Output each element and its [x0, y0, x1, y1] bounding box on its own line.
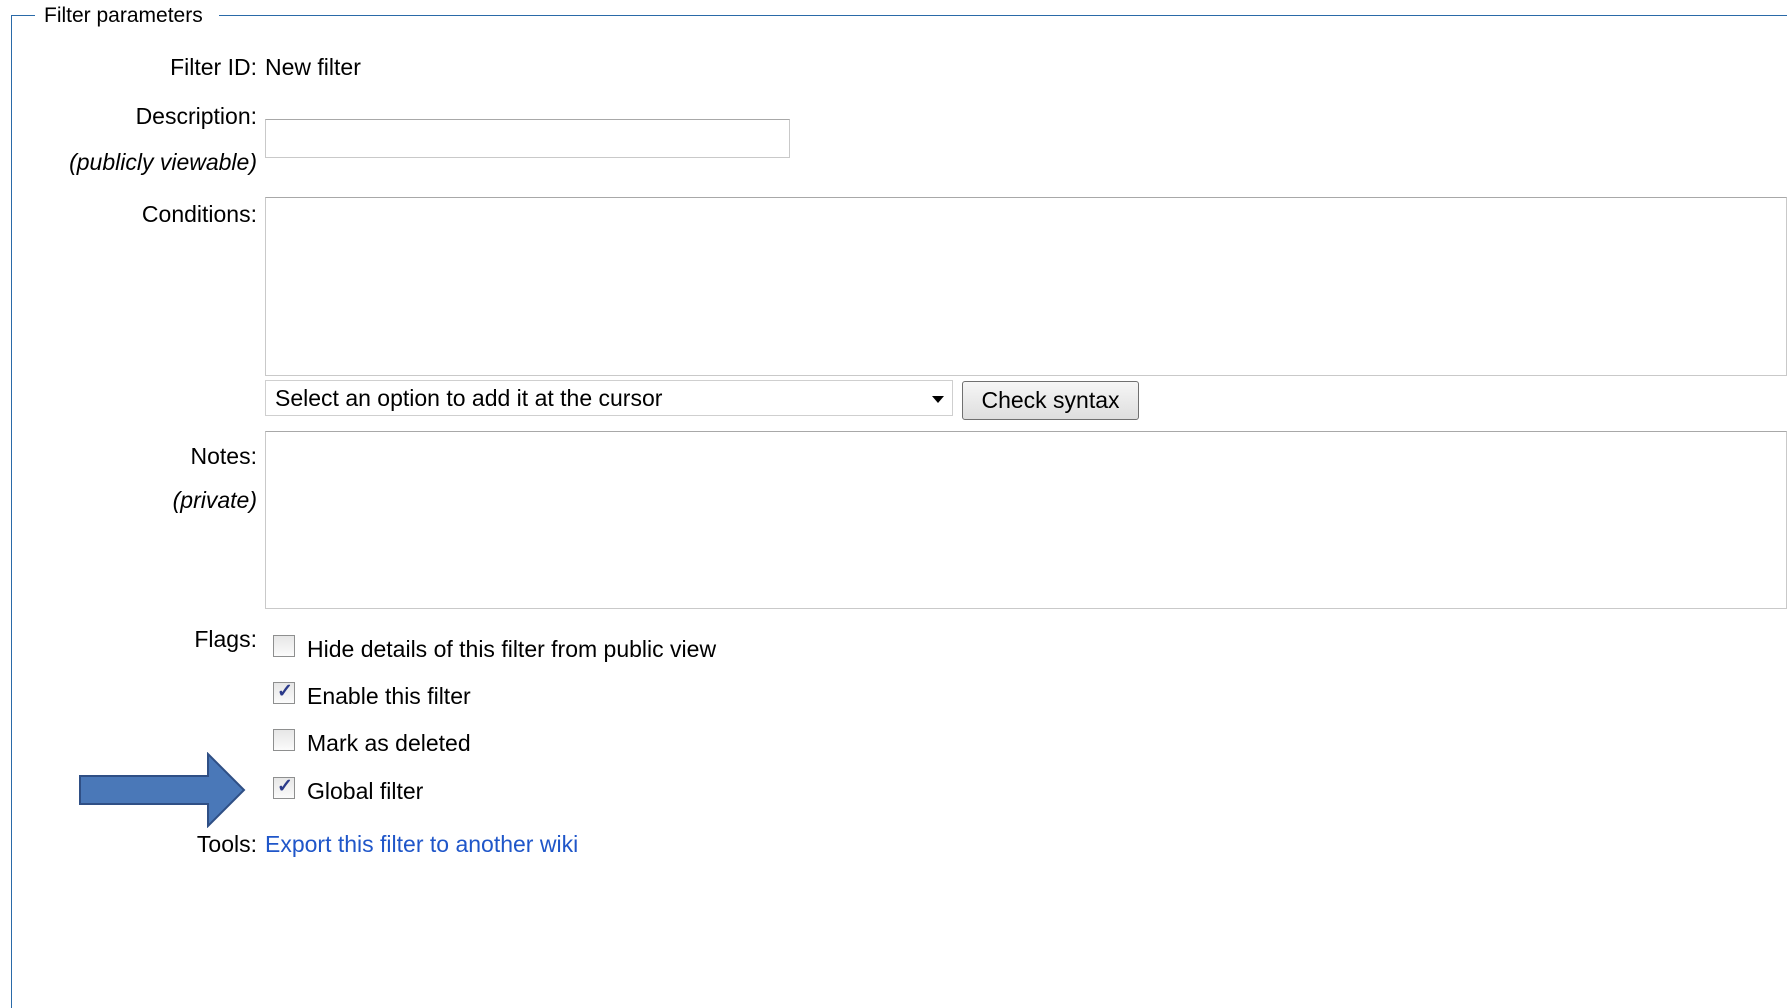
fieldset-border-top-right	[219, 15, 1787, 16]
flag-hide-details-checkbox[interactable]	[273, 635, 295, 657]
checkmark-icon: ✓	[277, 776, 293, 797]
flag-global-checkbox[interactable]: ✓	[273, 776, 295, 799]
right-arrow-icon	[79, 752, 246, 828]
flags-label: Flags:	[194, 626, 257, 652]
filter-form: Filter parameters Filter ID: New filter …	[0, 0, 1787, 1008]
select-selected-value: Select an option to add it at the cursor	[275, 385, 663, 411]
flag-deleted-checkbox[interactable]	[273, 729, 295, 751]
notes-textarea[interactable]	[265, 431, 1787, 609]
notes-label: Notes:	[190, 443, 257, 469]
flag-global-label[interactable]: Global filter	[307, 777, 423, 805]
description-input[interactable]	[265, 119, 790, 158]
check-syntax-button[interactable]: Check syntax	[962, 381, 1139, 420]
fieldset-border-left	[11, 15, 12, 1008]
filter-id-label: Filter ID:	[170, 54, 257, 80]
description-label: Description:	[135, 103, 257, 129]
checkmark-icon: ✓	[277, 681, 293, 702]
filter-id-value: New filter	[265, 54, 361, 80]
conditions-option-select[interactable]: Select an option to add it at the cursor	[265, 380, 953, 416]
flag-deleted-label[interactable]: Mark as deleted	[307, 729, 471, 757]
tools-label: Tools:	[196, 831, 257, 857]
description-sublabel: (publicly viewable)	[69, 149, 257, 175]
export-filter-link[interactable]: Export this filter to another wiki	[265, 830, 578, 858]
fieldset-legend: Filter parameters	[44, 4, 203, 27]
conditions-textarea[interactable]	[265, 197, 1787, 376]
chevron-down-icon	[932, 396, 944, 403]
flag-enable-checkbox[interactable]: ✓	[273, 681, 295, 704]
flag-hide-details-label[interactable]: Hide details of this filter from public …	[307, 635, 716, 663]
fieldset-border-top-left	[11, 15, 35, 16]
flag-enable-label[interactable]: Enable this filter	[307, 682, 471, 710]
notes-sublabel: (private)	[172, 487, 257, 513]
conditions-label: Conditions:	[141, 201, 257, 227]
